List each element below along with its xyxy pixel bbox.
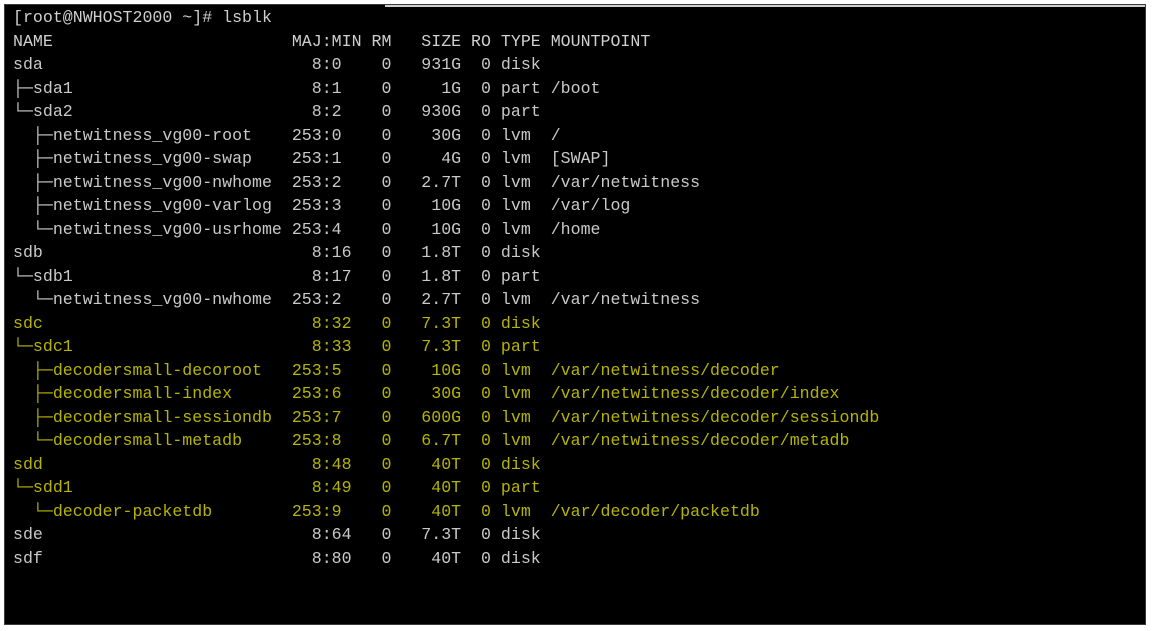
- table-row: └─sdd1 8:49 0 40T 0 part: [13, 478, 541, 497]
- table-row: └─sdb1 8:17 0 1.8T 0 part: [13, 266, 541, 286]
- table-row: └─sda2 8:2 0 930G 0 part: [13, 102, 541, 121]
- table-row: └─netwitness_vg00-usrhome 253:4 0 10G 0 …: [13, 219, 601, 239]
- device-list: sda 8:0 0 931G 0 disk ├─sda1 8:1 0 1G 0 p…: [13, 53, 1145, 570]
- table-row: ├─sda1 8:1 0 1G 0 part /boot: [13, 78, 601, 98]
- table-row: ├─decodersmall-decoroot 253:5 0 10G 0 lv…: [13, 360, 780, 380]
- table-row: sda 8:0 0 931G 0 disk: [13, 55, 541, 74]
- table-row: sde 8:64 0 7.3T 0 disk: [13, 525, 541, 544]
- table-header: NAME MAJ:MIN RM SIZE RO TYPE MOUNTPOINT: [13, 31, 651, 51]
- table-row: └─decoder-packetdb 253:9 0 40T 0 lvm /va…: [13, 501, 760, 521]
- terminal-window[interactable]: [root@NWHOST2000 ~]# lsblk NAME MAJ:MIN …: [4, 4, 1146, 625]
- command-prompt: [root@NWHOST2000 ~]# lsblk: [13, 8, 272, 27]
- table-row: └─sdc1 8:33 0 7.3T 0 part: [13, 337, 541, 356]
- table-row: sdb 8:16 0 1.8T 0 disk: [13, 243, 541, 262]
- table-row: ├─decodersmall-index 253:6 0 30G 0 lvm /…: [13, 384, 840, 403]
- table-row: ├─netwitness_vg00-root 253:0 0 30G 0 lvm…: [13, 125, 561, 145]
- table-row: └─decodersmall-metadb 253:8 0 6.7T 0 lvm…: [13, 431, 850, 450]
- table-row: sdc 8:32 0 7.3T 0 disk: [13, 313, 541, 333]
- window-top-border: [385, 5, 1145, 7]
- table-row: sdd 8:48 0 40T 0 disk: [13, 454, 541, 474]
- table-row: sdf 8:80 0 40T 0 disk: [13, 548, 541, 568]
- table-row: └─netwitness_vg00-nwhome 253:2 0 2.7T 0 …: [13, 290, 701, 309]
- table-row: ├─netwitness_vg00-varlog 253:3 0 10G 0 l…: [13, 196, 631, 215]
- table-row: ├─decodersmall-sessiondb 253:7 0 600G 0 …: [13, 407, 880, 427]
- table-row: ├─netwitness_vg00-nwhome 253:2 0 2.7T 0 …: [13, 172, 701, 192]
- table-row: ├─netwitness_vg00-swap 253:1 0 4G 0 lvm …: [13, 149, 611, 168]
